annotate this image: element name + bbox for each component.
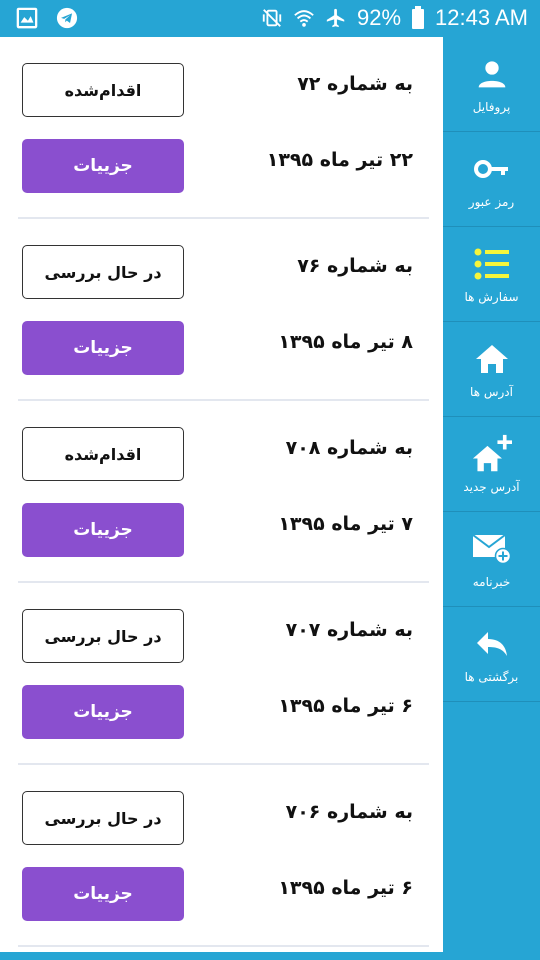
order-details-button[interactable]: جزییات	[22, 139, 184, 193]
sidebar-item-password[interactable]: رمز عبور	[443, 132, 540, 227]
sidebar-item-label: پروفایل	[472, 100, 511, 114]
order-date: ۶ تیر ماه ۱۳۹۵	[278, 695, 413, 717]
order-card: به شماره ۷۶ ۸ تیر ماه ۱۳۹۵ در حال بررسی …	[0, 219, 443, 401]
order-date: ۶ تیر ماه ۱۳۹۵	[278, 877, 413, 899]
bottom-edge	[0, 952, 540, 960]
order-card: به شماره ۷۲ ۲۲ تیر ماه ۱۳۹۵ اقدام‌شده جز…	[0, 37, 443, 219]
order-status-button[interactable]: اقدام‌شده	[22, 427, 184, 481]
add-home-icon	[472, 434, 512, 474]
wifi-icon	[294, 10, 314, 27]
order-card: به شماره ۷۰۷ ۶ تیر ماه ۱۳۹۵ در حال بررسی…	[0, 583, 443, 765]
order-number: به شماره ۷۲	[297, 73, 413, 95]
order-number: به شماره ۷۰۷	[285, 619, 413, 641]
sidebar-item-profile[interactable]: پروفایل	[443, 37, 540, 132]
order-details-button[interactable]: جزییات	[22, 321, 184, 375]
order-status-button[interactable]: در حال بررسی	[22, 609, 184, 663]
sidebar-item-label: برگشتی ها	[464, 670, 519, 684]
sidebar-item-label: خبرنامه	[472, 575, 511, 589]
order-status-button[interactable]: در حال بررسی	[22, 245, 184, 299]
order-card: به شماره ۷۰۸ ۷ تیر ماه ۱۳۹۵ اقدام‌شده جز…	[0, 401, 443, 583]
vibrate-mute-icon	[262, 9, 282, 27]
order-details-button[interactable]: جزییات	[22, 685, 184, 739]
gallery-icon	[16, 7, 38, 29]
orders-list[interactable]: به شماره ۷۲ ۲۲ تیر ماه ۱۳۹۵ اقدام‌شده جز…	[0, 37, 443, 960]
battery-level: 92%	[357, 5, 402, 30]
order-card: به شماره ۷۰۶ ۶ تیر ماه ۱۳۹۵ در حال بررسی…	[0, 765, 443, 947]
sidebar-item-label: سفارش ها	[464, 290, 519, 304]
status-bar: 92% 12:43 AM	[0, 0, 540, 37]
order-details-button[interactable]: جزییات	[22, 503, 184, 557]
mail-add-icon	[471, 529, 512, 569]
sidebar-item-returns[interactable]: برگشتی ها	[443, 607, 540, 702]
order-number: به شماره ۷۶	[297, 255, 413, 277]
clock: 12:43 AM	[435, 5, 528, 30]
order-status-button[interactable]: در حال بررسی	[22, 791, 184, 845]
telegram-icon	[56, 7, 78, 29]
home-icon	[472, 339, 512, 379]
divider	[18, 945, 429, 947]
sidebar-item-newsletter[interactable]: خبرنامه	[443, 512, 540, 607]
sidebar-item-label: آدرس جدید	[463, 480, 520, 494]
person-icon	[472, 54, 512, 94]
sidebar-item-label: رمز عبور	[468, 195, 515, 209]
reply-icon	[472, 624, 512, 664]
order-date: ۷ تیر ماه ۱۳۹۵	[278, 513, 413, 535]
order-number: به شماره ۷۰۸	[285, 437, 413, 459]
sidebar-item-label: آدرس ها	[470, 385, 513, 399]
order-details-button[interactable]: جزییات	[22, 867, 184, 921]
order-status-button[interactable]: اقدام‌شده	[22, 63, 184, 117]
airplane-mode-icon	[326, 8, 345, 28]
order-date: ۸ تیر ماه ۱۳۹۵	[278, 331, 413, 353]
list-icon	[472, 244, 512, 284]
order-date: ۲۲ تیر ماه ۱۳۹۵	[266, 149, 413, 171]
sidebar-item-orders[interactable]: سفارش ها	[443, 227, 540, 322]
sidebar-menu: پروفایل رمز عبور سفارش ها آدرس ها آدرس ج…	[443, 37, 540, 960]
order-number: به شماره ۷۰۶	[285, 801, 413, 823]
sidebar-item-new-address[interactable]: آدرس جدید	[443, 417, 540, 512]
sidebar-item-addresses[interactable]: آدرس ها	[443, 322, 540, 417]
key-icon	[472, 149, 512, 189]
battery-icon	[412, 6, 425, 29]
